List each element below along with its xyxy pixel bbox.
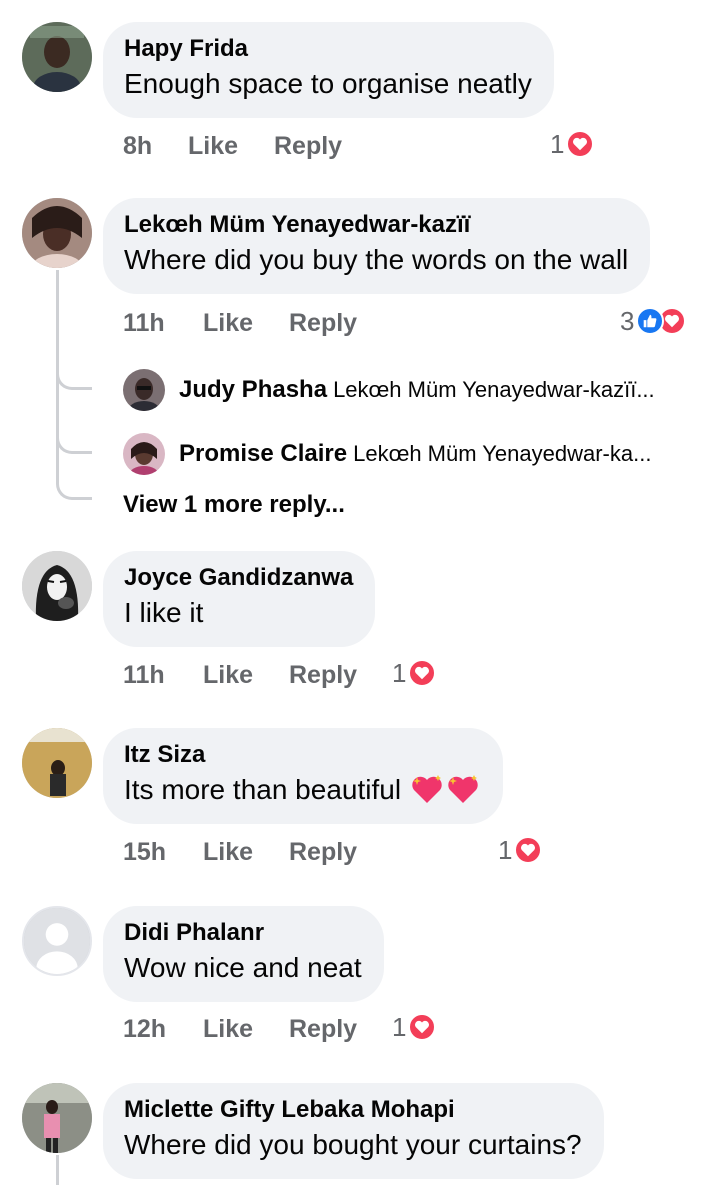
view-more-replies-link[interactable]: View 1 more reply... bbox=[123, 491, 345, 519]
avatar[interactable] bbox=[22, 906, 92, 976]
comment-bubble[interactable]: Itz Siza Its more than beautiful bbox=[103, 728, 503, 824]
comment-time[interactable]: 12h bbox=[123, 1013, 166, 1045]
reaction-summary[interactable]: 3 bbox=[620, 305, 687, 337]
comment-author[interactable]: Lekœh Müm Yenayedwar-kazïï bbox=[124, 210, 628, 240]
comment-author[interactable]: Joyce Gandidzanwa bbox=[124, 563, 353, 593]
comment-author[interactable]: Miclette Gifty Lebaka Mohapi bbox=[124, 1095, 582, 1125]
comment-author[interactable]: Itz Siza bbox=[124, 740, 481, 770]
comment-text: Wow nice and neat bbox=[124, 952, 362, 983]
reply-preview[interactable]: Judy Phasha Lekœh Müm Yenayedwar-kazïï..… bbox=[123, 368, 655, 412]
comment-text-content: Its more than beautiful bbox=[124, 774, 402, 805]
comment-bubble[interactable]: Joyce Gandidzanwa I like it bbox=[103, 551, 376, 647]
comment-bubble[interactable]: Didi Phalanr Wow nice and neat bbox=[103, 906, 384, 1002]
love-icon bbox=[566, 130, 595, 158]
comment-time[interactable]: 11h bbox=[123, 307, 165, 339]
avatar[interactable] bbox=[22, 22, 92, 92]
reply-text: Lekœh Müm Yenayedwar-kazïï... bbox=[333, 377, 655, 402]
reply-connector bbox=[56, 366, 92, 390]
like-button[interactable]: Like bbox=[203, 659, 253, 691]
reaction-count: 3 bbox=[620, 305, 635, 336]
comment-time[interactable]: 8h bbox=[123, 130, 152, 162]
love-icon bbox=[514, 836, 543, 864]
comment-text: Where did you bought your curtains? bbox=[124, 1129, 582, 1160]
comment-time[interactable]: 15h bbox=[123, 836, 166, 868]
comment-actions: 11h Like Reply bbox=[123, 307, 603, 339]
reply-connector bbox=[56, 430, 92, 454]
reply-connector bbox=[56, 478, 92, 500]
reply-button[interactable]: Reply bbox=[289, 1013, 357, 1045]
reaction-summary[interactable]: 1 bbox=[550, 128, 595, 160]
love-icon bbox=[408, 1013, 437, 1041]
reaction-count: 1 bbox=[498, 834, 513, 865]
comment-author[interactable]: Didi Phalanr bbox=[124, 918, 362, 948]
thread-line bbox=[56, 1155, 59, 1185]
comment-actions: 11h Like Reply bbox=[123, 659, 603, 691]
reply-button[interactable]: Reply bbox=[289, 307, 357, 339]
reaction-summary[interactable]: 1 bbox=[392, 657, 437, 689]
comment-time[interactable]: 11h bbox=[123, 659, 165, 691]
like-button[interactable]: Like bbox=[203, 836, 253, 868]
reply-author[interactable]: Promise Claire bbox=[179, 440, 347, 468]
comment-text: Its more than beautiful bbox=[124, 772, 481, 808]
reaction-summary[interactable]: 1 bbox=[498, 834, 543, 866]
comment-text: Where did you buy the words on the wall bbox=[124, 244, 629, 275]
comment-actions: 8h Like Reply bbox=[123, 130, 603, 162]
reaction-count: 1 bbox=[392, 1011, 407, 1042]
avatar[interactable] bbox=[123, 369, 165, 411]
comment-actions: 12h Like Reply bbox=[123, 1013, 603, 1045]
avatar[interactable] bbox=[22, 198, 92, 268]
reply-author[interactable]: Judy Phasha bbox=[179, 376, 327, 404]
like-button[interactable]: Like bbox=[188, 130, 238, 162]
reply-button[interactable]: Reply bbox=[289, 659, 357, 691]
sparkling-heart-icon bbox=[448, 775, 478, 803]
avatar[interactable] bbox=[22, 728, 92, 798]
comment-author[interactable]: Hapy Frida bbox=[124, 34, 532, 64]
avatar[interactable] bbox=[22, 1083, 92, 1153]
reaction-summary[interactable]: 1 bbox=[392, 1011, 437, 1043]
reply-button[interactable]: Reply bbox=[274, 130, 342, 162]
reply-button[interactable]: Reply bbox=[289, 836, 357, 868]
like-button[interactable]: Like bbox=[203, 307, 253, 339]
reaction-count: 1 bbox=[392, 657, 407, 688]
reply-text: Lekœh Müm Yenayedwar-ka... bbox=[353, 441, 652, 466]
reply-preview[interactable]: Promise Claire Lekœh Müm Yenayedwar-ka..… bbox=[123, 432, 651, 476]
love-icon bbox=[408, 659, 437, 687]
like-icon bbox=[636, 307, 665, 335]
like-button[interactable]: Like bbox=[203, 1013, 253, 1045]
comment-bubble[interactable]: Hapy Frida Enough space to organise neat… bbox=[103, 22, 554, 118]
comment-bubble[interactable]: Miclette Gifty Lebaka Mohapi Where did y… bbox=[103, 1083, 604, 1179]
avatar[interactable] bbox=[123, 433, 165, 475]
sparkling-heart-icon bbox=[412, 775, 442, 803]
comment-bubble[interactable]: Lekœh Müm Yenayedwar-kazïï Where did you… bbox=[103, 198, 651, 294]
avatar[interactable] bbox=[22, 551, 92, 621]
comment-text: Enough space to organise neatly bbox=[124, 68, 532, 99]
comment-text: I like it bbox=[124, 597, 204, 628]
reaction-count: 1 bbox=[550, 128, 565, 159]
